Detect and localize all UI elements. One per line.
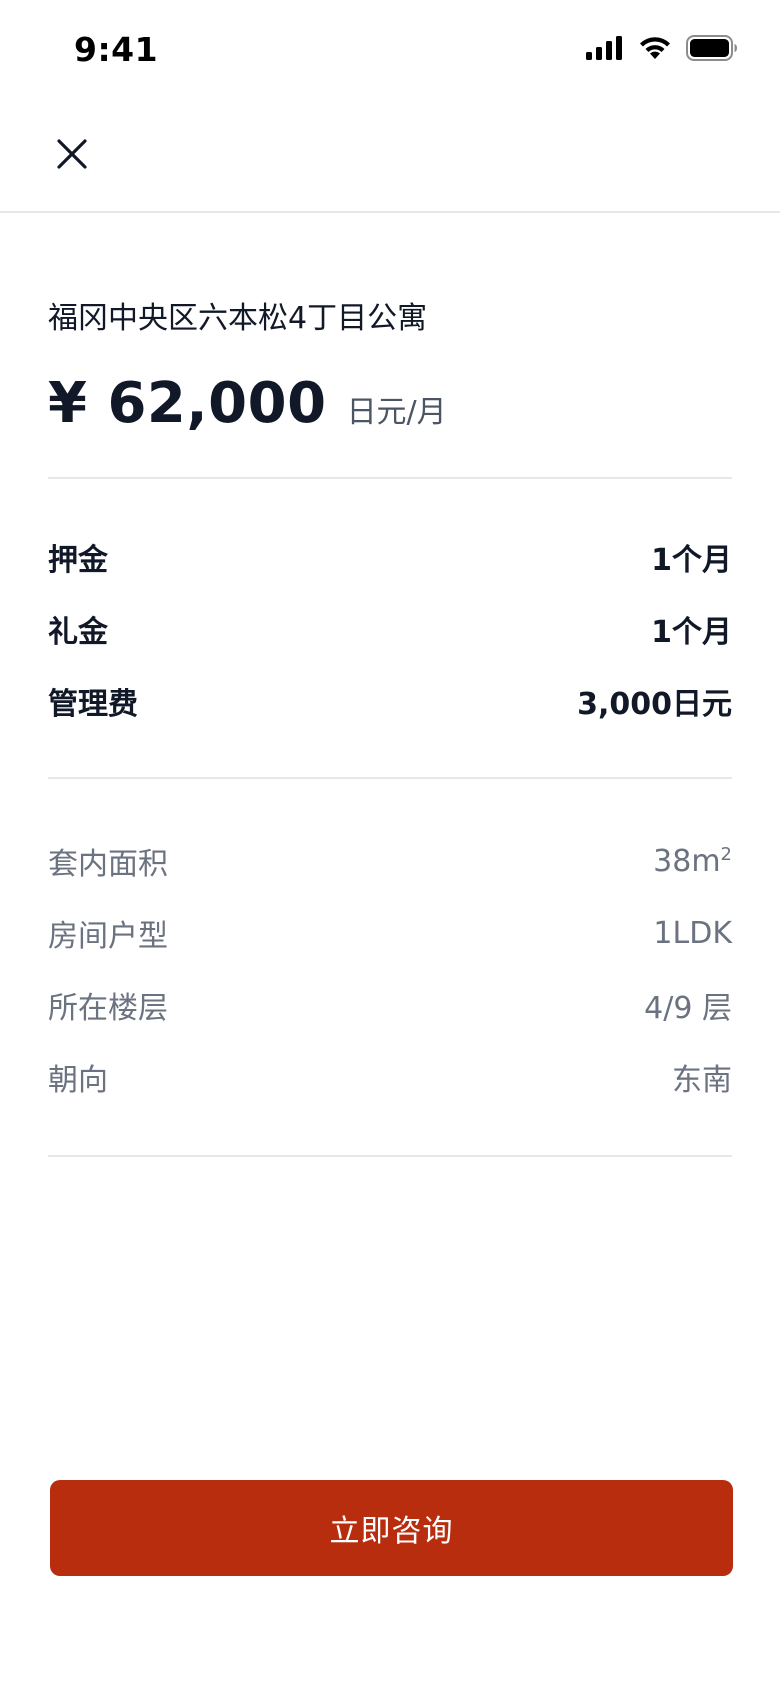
- fee-value: 3,000日元: [577, 687, 732, 722]
- spec-value: 38m2: [653, 844, 732, 879]
- fee-row-key-money: 礼金 1个月: [48, 593, 732, 665]
- price-row: ¥ 62,000 日元/月: [48, 371, 732, 441]
- fee-row-management: 管理费 3,000日元: [48, 665, 732, 737]
- fee-row-deposit: 押金 1个月: [48, 521, 732, 593]
- spec-label: 套内面积: [48, 847, 168, 882]
- divider: [48, 1155, 732, 1157]
- specs-section: 套内面积 38m2 房间户型 1LDK 所在楼层 4/9 层 朝向 东南: [48, 779, 732, 1155]
- spec-value: 4/9 层: [644, 991, 732, 1026]
- spec-row-layout: 房间户型 1LDK: [48, 897, 732, 969]
- price-amount: ¥ 62,000: [48, 371, 327, 436]
- cellular-signal-icon: [586, 36, 624, 60]
- listing-content: 福冈中央区六本松4丁目公寓 ¥ 62,000 日元/月 押金 1个月 礼金 1个…: [48, 213, 732, 1157]
- spec-label: 朝向: [48, 1063, 108, 1098]
- price-unit: 日元/月: [346, 395, 447, 430]
- nav-bar: [0, 100, 780, 213]
- status-time: 9:41: [74, 30, 159, 69]
- spec-row-floor: 所在楼层 4/9 层: [48, 969, 732, 1041]
- spec-value-superscript: 2: [720, 843, 732, 865]
- fee-label: 管理费: [48, 687, 138, 722]
- battery-icon: [686, 35, 738, 61]
- fee-value: 1个月: [651, 615, 732, 650]
- fee-label: 押金: [48, 543, 108, 578]
- status-bar: 9:41: [0, 0, 780, 100]
- fees-section: 押金 1个月 礼金 1个月 管理费 3,000日元: [48, 479, 732, 777]
- listing-title: 福冈中央区六本松4丁目公寓: [48, 301, 428, 336]
- spec-label: 房间户型: [48, 919, 168, 954]
- spec-value: 1LDK: [653, 915, 732, 951]
- spec-row-orientation: 朝向 东南: [48, 1041, 732, 1113]
- fee-value: 1个月: [651, 543, 732, 578]
- close-button[interactable]: [46, 130, 98, 182]
- spec-value-text: 38m: [653, 843, 721, 879]
- close-icon: [56, 138, 88, 174]
- spec-label: 所在楼层: [48, 991, 168, 1026]
- fee-label: 礼金: [48, 615, 108, 650]
- status-icons: [586, 34, 738, 62]
- listing-detail-page: 9:41 福冈中央区六本松4丁目公寓 ¥ 62,000 日元/月 押金 1个月 …: [0, 0, 780, 1688]
- wifi-icon: [638, 36, 672, 60]
- spec-value: 东南: [672, 1063, 732, 1098]
- consult-button[interactable]: 立即咨询: [50, 1480, 733, 1576]
- spec-row-area: 套内面积 38m2: [48, 825, 732, 897]
